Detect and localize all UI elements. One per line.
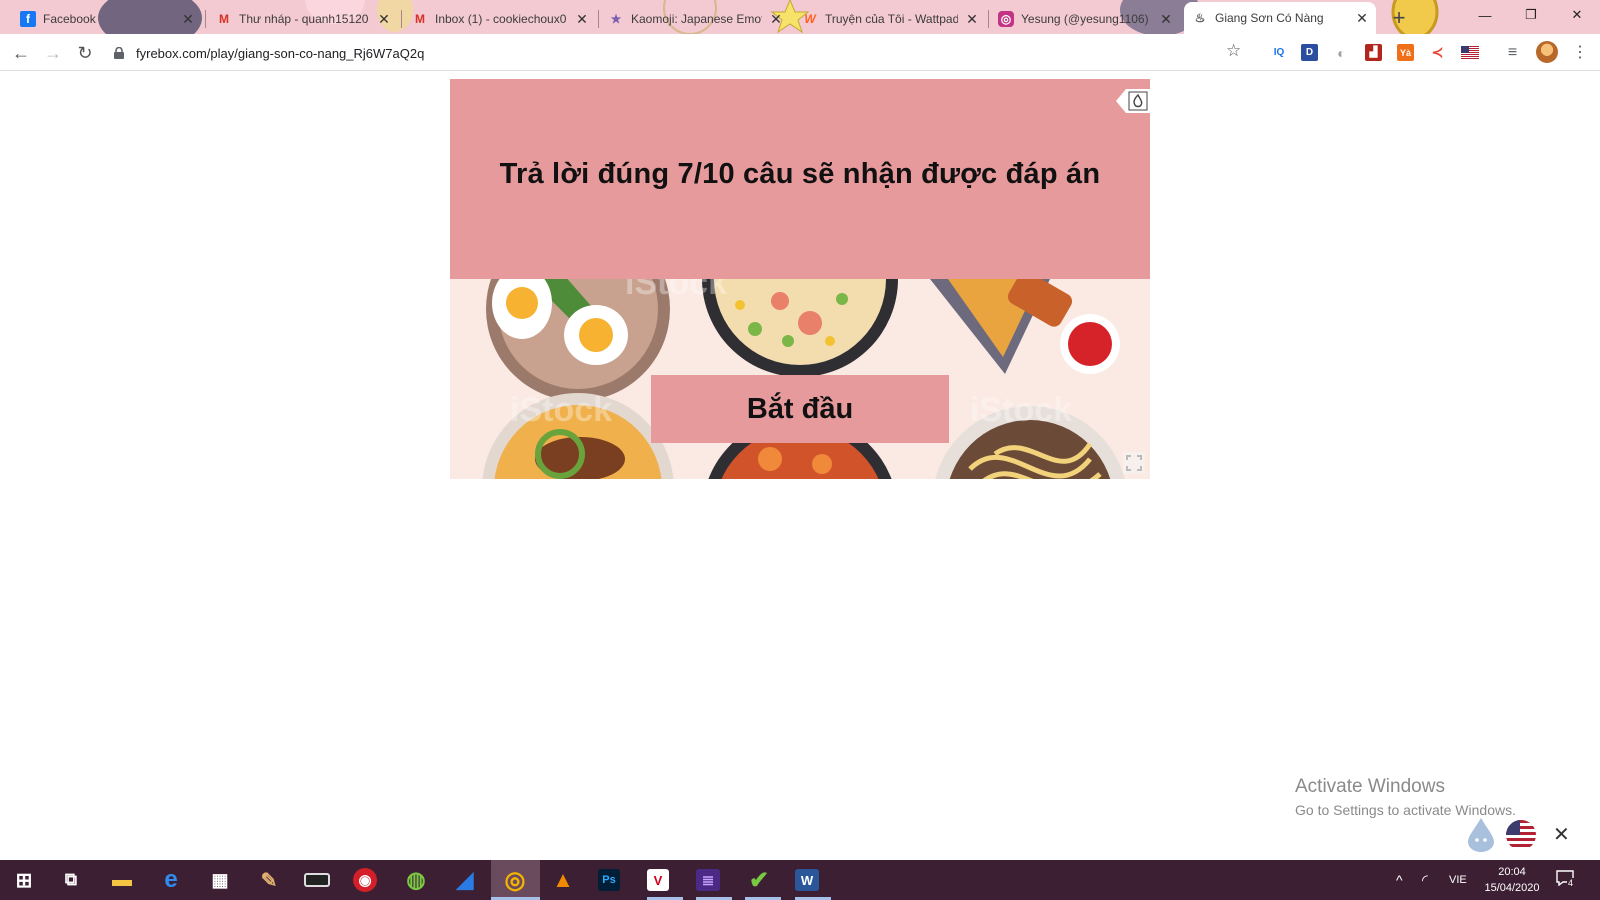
windows-start-icon[interactable]: ⊞	[10, 866, 38, 894]
url-text[interactable]: fyrebox.com/play/giang-son-co-nang_Rj6W7…	[136, 46, 424, 61]
fyrebox-icon: ♨	[1194, 11, 1206, 25]
wifi-icon[interactable]: ◜	[1422, 860, 1428, 900]
tab-separator	[988, 10, 989, 28]
winrar-icon[interactable]: ≣	[696, 869, 720, 891]
show-hidden-icons-chevron[interactable]: ^	[1396, 860, 1403, 900]
ya-extension-icon[interactable]: Yà	[1397, 44, 1414, 61]
iq-extension-icon[interactable]: IQ	[1268, 44, 1290, 61]
tab-separator	[598, 10, 599, 28]
clock-time: 20:04	[1498, 866, 1526, 878]
activate-windows-watermark: Activate Windows Go to Settings to activ…	[1295, 776, 1516, 818]
us-flag-extension-icon[interactable]	[1461, 46, 1479, 59]
close-icon[interactable]: ✕	[1354, 10, 1370, 26]
close-icon[interactable]: ✕	[1158, 11, 1174, 27]
chrome-icon[interactable]: ◎	[501, 866, 529, 894]
lock-icon	[112, 46, 126, 60]
quiz-game-frame: Trả lời đúng 7/10 câu sẽ nhận được đáp á…	[450, 79, 1150, 479]
close-icon[interactable]: ✕	[180, 11, 196, 27]
tab-giang-son-co-nang[interactable]: ♨ Giang Sơn Có Nàng ✕	[1184, 2, 1376, 34]
tab-separator	[401, 10, 402, 28]
minimize-button[interactable]: —	[1462, 0, 1508, 30]
tab-title: Facebook	[43, 12, 96, 26]
media-bar-icon[interactable]: ▭	[304, 873, 330, 887]
tab-title: Giang Sơn Có Nàng	[1215, 11, 1324, 25]
instagram-icon: ◎	[998, 11, 1014, 27]
photoshop-icon[interactable]: Ps	[598, 869, 620, 891]
close-icon[interactable]: ✕	[1553, 822, 1570, 847]
tab-instagram[interactable]: ◎ Yesung (@yesung1106) ✕	[990, 4, 1180, 34]
green-app-icon[interactable]: ◍	[402, 866, 430, 894]
tab-gmail-inbox[interactable]: M Inbox (1) - cookiechoux0 ✕	[404, 4, 596, 34]
edge-icon[interactable]: e	[157, 866, 185, 894]
word-icon[interactable]: W	[795, 869, 819, 891]
language-indicator[interactable]: VIE	[1449, 860, 1467, 900]
profile-avatar[interactable]	[1536, 41, 1558, 63]
d-extension-icon[interactable]: D	[1301, 44, 1318, 61]
tab-wattpad[interactable]: W Truyện của Tôi - Wattpad ✕	[794, 4, 986, 34]
vlc-icon[interactable]: ▲	[549, 866, 577, 894]
task-view-icon[interactable]: ⧉	[57, 866, 85, 894]
water-drop-mascot-icon[interactable]	[1464, 816, 1498, 852]
tab-facebook[interactable]: f Facebook ✕	[12, 4, 202, 34]
quiz-banner: Trả lời đúng 7/10 câu sẽ nhận được đáp á…	[450, 79, 1150, 279]
browser-menu-icon[interactable]: ⋮	[1572, 42, 1588, 62]
shark-app-icon[interactable]: ◢	[451, 866, 479, 894]
gmail-icon: M	[219, 12, 229, 26]
close-icon[interactable]: ✕	[768, 11, 784, 27]
fullscreen-icon[interactable]	[1123, 452, 1145, 474]
back-button[interactable]: ←	[8, 40, 34, 66]
paint-tool-icon[interactable]: ✎	[255, 866, 283, 894]
quiz-instructions: Trả lời đúng 7/10 câu sẽ nhận được đáp á…	[499, 157, 1101, 190]
close-window-button[interactable]: ✕	[1554, 0, 1600, 30]
svg-text:iStock: iStock	[625, 279, 727, 302]
tab-title: Truyện của Tôi - Wattpad	[825, 12, 958, 26]
gmail-icon: M	[415, 12, 425, 26]
reload-button[interactable]: ↻	[72, 40, 98, 66]
system-clock[interactable]: 20:04 15/04/2020	[1476, 864, 1548, 896]
facebook-icon: f	[20, 11, 36, 27]
tab-separator	[205, 10, 206, 28]
tab-title: Inbox (1) - cookiechoux0	[435, 12, 567, 26]
tab-title: Yesung (@yesung1106)	[1021, 12, 1149, 26]
moon-extension-icon[interactable]: ◐	[1333, 44, 1350, 61]
forward-button[interactable]: →	[40, 40, 66, 66]
clock-date: 15/04/2020	[1484, 882, 1540, 894]
activate-title: Activate Windows	[1295, 776, 1445, 797]
chart-extension-icon[interactable]: ▟	[1365, 44, 1382, 61]
start-button[interactable]: Bắt đầu	[651, 375, 949, 443]
notification-center-icon[interactable]: 4	[1556, 870, 1578, 890]
store-icon[interactable]: ▦	[206, 866, 234, 894]
us-flag-language-icon[interactable]	[1506, 820, 1536, 850]
close-icon[interactable]: ✕	[574, 11, 590, 27]
unikey-icon[interactable]: V	[647, 869, 669, 891]
notification-count: 4	[1567, 878, 1575, 888]
fyrebox-logo-icon[interactable]	[1116, 89, 1150, 113]
maximize-button[interactable]: ❐	[1508, 0, 1554, 30]
tab-gmail-drafts[interactable]: M Thư nháp - quanh15120 ✕	[208, 4, 398, 34]
tab-title: Thư nháp - quanh15120	[239, 12, 369, 26]
file-explorer-icon[interactable]: ▬	[108, 866, 136, 894]
tab-title: Kaomoji: Japanese Emoti	[631, 12, 762, 26]
windows-taskbar: ⊞ ⧉ ▬ e ▦ ✎ ▭ ◉ ◍ ◢ ◎ ▲ Ps V ≣ ✔ W ^ ◜ V…	[0, 860, 1600, 900]
media-extension-icon[interactable]: ≡	[1504, 44, 1521, 61]
checkmark-app-icon[interactable]: ✔	[745, 866, 773, 894]
close-icon[interactable]: ✕	[376, 11, 392, 27]
screen-recorder-icon[interactable]: ◉	[353, 868, 377, 892]
address-bar[interactable]: fyrebox.com/play/giang-son-co-nang_Rj6W7…	[112, 39, 1262, 67]
new-tab-button[interactable]: +	[1382, 5, 1416, 31]
svg-text:iStock: iStock	[510, 391, 612, 429]
svg-text:iStock: iStock	[970, 391, 1072, 429]
star-icon: ★	[610, 12, 622, 26]
tab-strip: f Facebook ✕ M Thư nháp - quanh15120 ✕ M…	[0, 0, 1600, 34]
wattpad-icon: W	[804, 12, 816, 26]
browser-toolbar: ← → ↻ fyrebox.com/play/giang-son-co-nang…	[0, 34, 1600, 71]
share-extension-icon[interactable]: ≺	[1429, 44, 1446, 61]
close-icon[interactable]: ✕	[964, 11, 980, 27]
bookmark-star-icon[interactable]: ☆	[1226, 41, 1241, 61]
tab-kaomoji[interactable]: ★ Kaomoji: Japanese Emoti ✕	[600, 4, 790, 34]
